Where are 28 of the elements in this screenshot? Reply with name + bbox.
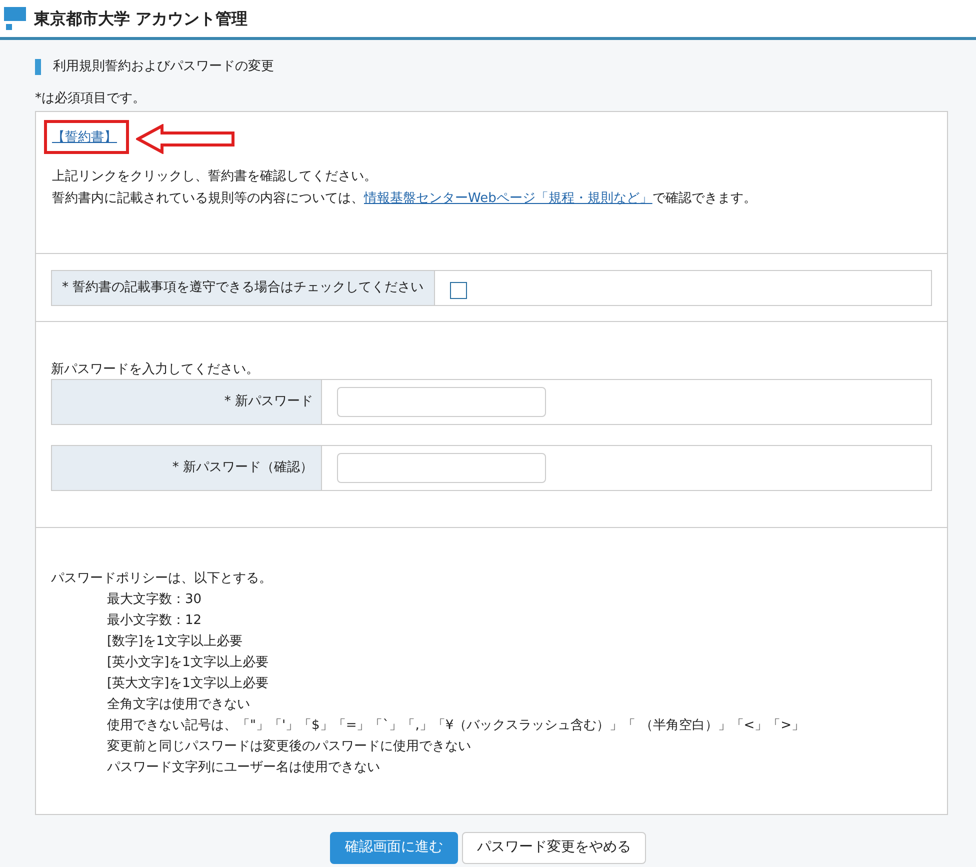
pledge-link[interactable]: 【誓約書】 bbox=[52, 130, 117, 144]
policy-rule: [英小文字]を1文字以上必要 bbox=[106, 654, 270, 672]
policy-rule: 全角文字は使用できない bbox=[106, 696, 251, 714]
proceed-button[interactable]: 確認画面に進む bbox=[330, 832, 458, 864]
policy-rule: 最小文字数：12 bbox=[106, 612, 203, 630]
section-marker bbox=[35, 59, 41, 75]
section-title: 利用規則誓約およびパスワードの変更 bbox=[53, 58, 274, 76]
info-center-link[interactable]: 情報基盤センターWebページ「規程・規則など」 bbox=[364, 190, 652, 206]
app-title: 東京都市大学 アカウント管理 bbox=[34, 8, 248, 30]
field-label-cell: * 新パスワード（確認） bbox=[52, 446, 322, 490]
agree-label-cell: * 誓約書の記載事項を遵守できる場合はチェックしてください bbox=[52, 270, 435, 304]
policy-heading: パスワードポリシーは、以下とする。 bbox=[51, 570, 273, 588]
password-field[interactable] bbox=[337, 453, 546, 483]
password-field[interactable] bbox=[337, 387, 546, 417]
logo-icon bbox=[4, 6, 26, 30]
policy-rule: [英大文字]を1文字以上必要 bbox=[106, 674, 270, 692]
policy-rule: パスワード文字列にユーザー名は使用できない bbox=[106, 758, 381, 776]
field-label-cell: * 新パスワード bbox=[52, 380, 322, 424]
policy-rule: 使用できない記号は、「"」「'」「$」「=」「`」「,」「¥（バックスラッシュ含む）」「 （半角空白）」「<」「>」 bbox=[106, 716, 806, 734]
cancel-button[interactable]: パスワード変更をやめる bbox=[462, 832, 646, 864]
required-note: *は必須項目です。 bbox=[35, 90, 146, 108]
pledge-instruction: 上記リンクをクリックし、誓約書を確認してください。 bbox=[52, 168, 378, 186]
pledge-note: 誓約書内に記載されている規則等の内容については、情報基盤センターWebページ「規程・規則など」で確認できます。 bbox=[52, 190, 758, 208]
policy-rule: [数字]を1文字以上必要 bbox=[106, 632, 244, 650]
policy-rule: 変更前と同じパスワードは変更後のパスワードに使用できない bbox=[106, 738, 472, 756]
agree-checkbox[interactable] bbox=[450, 282, 467, 299]
policy-rule: 最大文字数：30 bbox=[106, 590, 203, 608]
password-prompt: 新パスワードを入力してください。 bbox=[51, 360, 260, 378]
